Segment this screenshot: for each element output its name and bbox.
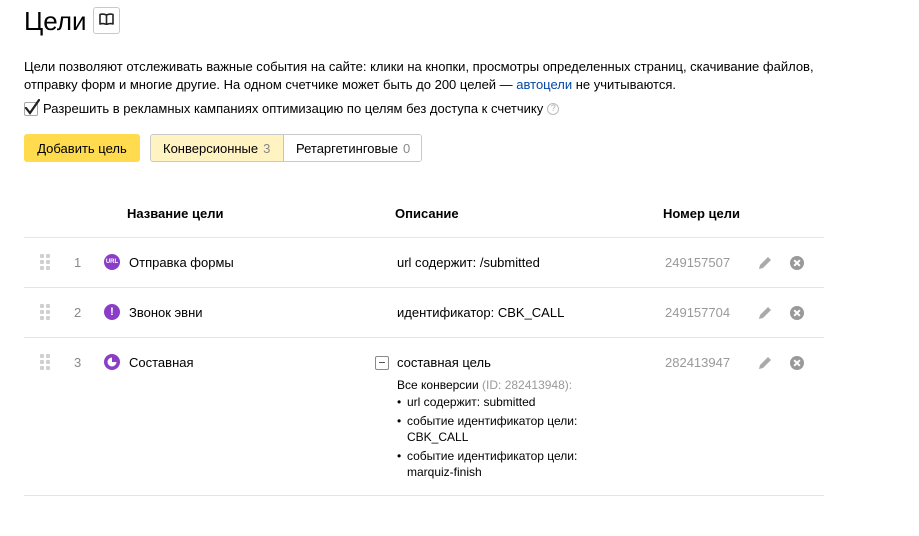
drag-handle-icon[interactable]: [40, 354, 51, 370]
list-item: событие идентификатор цели: marquiz-fini…: [397, 448, 607, 480]
tab-count: 3: [263, 140, 271, 156]
goal-name: Звонок эвни: [129, 305, 203, 320]
goal-id: 282413947: [665, 355, 731, 370]
tab-retargeting[interactable]: Ретаргетинговые 0: [284, 135, 421, 161]
drag-handle-icon[interactable]: [40, 254, 51, 270]
page-title: Цели: [24, 6, 87, 36]
goal-description: url содержит: /submitted: [397, 255, 540, 270]
step-id: (ID: 282413948):: [482, 378, 573, 392]
row-index: 1: [74, 255, 82, 270]
goal-description: составная цель: [397, 355, 491, 370]
pencil-icon[interactable]: [756, 354, 774, 372]
goal-id: 249157704: [665, 305, 731, 320]
composite-details: Все конверсии (ID: 282413948): url содер…: [397, 377, 607, 483]
goal-id: 249157507: [665, 255, 731, 270]
drag-handle-icon[interactable]: [40, 304, 51, 320]
divider: [24, 495, 824, 496]
column-header-description: Описание: [395, 206, 459, 221]
collapse-toggle[interactable]: [375, 356, 389, 370]
list-item: url содержит: submitted: [397, 394, 607, 410]
divider: [24, 337, 824, 338]
autogoals-link[interactable]: автоцели: [516, 77, 572, 92]
column-header-name: Название цели: [127, 206, 224, 221]
permission-row: Разрешить в рекламных кампаниях оптимиза…: [24, 98, 560, 116]
permission-checkbox[interactable]: [24, 98, 40, 116]
row-index: 2: [74, 305, 82, 320]
pencil-icon[interactable]: [756, 304, 774, 322]
pencil-icon[interactable]: [756, 254, 774, 272]
exclamation-icon: !: [104, 304, 120, 320]
url-icon: URL: [104, 254, 120, 270]
help-book-button[interactable]: [93, 7, 120, 34]
delete-icon[interactable]: [790, 356, 804, 370]
goals-description: Цели позволяют отслеживать важные событи…: [24, 59, 814, 92]
goal-name: Составная: [129, 355, 194, 370]
tab-count: 0: [402, 140, 411, 156]
row-index: 3: [74, 355, 82, 370]
step-conditions: url содержит: submitted событие идентифи…: [397, 394, 607, 480]
divider: [24, 237, 824, 238]
column-header-id: Номер цели: [663, 206, 741, 221]
delete-icon[interactable]: [790, 256, 804, 270]
add-goal-button[interactable]: Добавить цель: [24, 134, 140, 162]
composite-icon: [104, 354, 120, 370]
book-icon: [99, 13, 114, 28]
tab-conversion[interactable]: Конверсионные 3: [151, 135, 284, 161]
goal-description: идентификатор: CBK_CALL: [397, 305, 565, 320]
checkmark-icon: [24, 98, 40, 115]
goal-name: Отправка формы: [129, 255, 234, 270]
list-item: событие идентификатор цели: CBK_CALL: [397, 413, 607, 445]
divider: [24, 287, 824, 288]
step-header: Все конверсии (ID: 282413948):: [397, 378, 573, 392]
goal-type-tabs: Конверсионные 3 Ретаргетинговые 0: [150, 134, 422, 162]
permission-checkbox-label[interactable]: Разрешить в рекламных кампаниях оптимиза…: [43, 101, 543, 116]
delete-icon[interactable]: [790, 306, 804, 320]
question-icon[interactable]: ?: [547, 102, 560, 115]
